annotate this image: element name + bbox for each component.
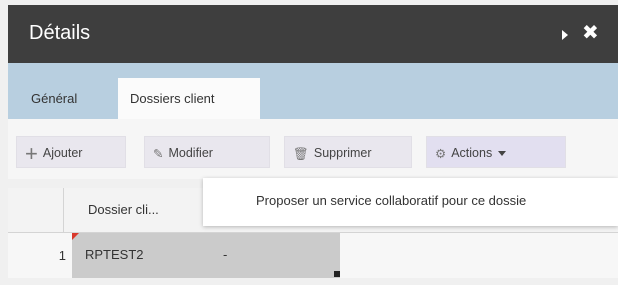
actions-button-label: Actions xyxy=(451,146,493,160)
menu-item-propose-collaborative-service[interactable]: Proposer un service collaboratif pour ce… xyxy=(256,193,526,208)
edit-button[interactable]: ✎ Modifier xyxy=(144,136,270,168)
toolbar: + Ajouter ✎ Modifier 🗑 Supprimer ⚙ Actions xyxy=(8,119,618,179)
fill-handle[interactable] xyxy=(334,271,340,277)
row-number-header xyxy=(8,188,64,232)
cell-dossier-client[interactable]: RPTEST2 xyxy=(85,247,144,262)
tab-dossiers-client[interactable]: Dossiers client xyxy=(118,78,260,119)
delete-button-label: Supprimer xyxy=(313,146,372,160)
gear-icon: ⚙ xyxy=(435,146,447,161)
close-icon[interactable]: ✖ xyxy=(582,20,599,45)
edit-button-label: Modifier xyxy=(168,146,213,160)
actions-button[interactable]: ⚙ Actions xyxy=(426,136,566,168)
table-row[interactable]: 1 RPTEST2 - xyxy=(8,233,618,278)
add-button[interactable]: + Ajouter xyxy=(16,136,126,168)
cell-value[interactable]: - xyxy=(223,247,227,262)
plus-icon: + xyxy=(25,140,38,166)
actions-dropdown-menu: Proposer un service collaboratif pour ce… xyxy=(203,178,618,226)
selected-cell-range[interactable]: RPTEST2 - xyxy=(72,233,340,278)
pencil-icon: ✎ xyxy=(153,146,164,161)
add-button-label: Ajouter xyxy=(42,146,83,160)
arrow-right-icon[interactable] xyxy=(562,30,568,40)
column-header-dossier-client[interactable]: Dossier cli... xyxy=(88,202,159,217)
row-number: 1 xyxy=(58,248,66,263)
tab-general[interactable]: Général xyxy=(21,78,87,119)
tab-bar: Général Dossiers client xyxy=(8,63,618,119)
panel-title: Détails xyxy=(29,22,91,44)
trash-icon: 🗑 xyxy=(293,146,309,161)
delete-button[interactable]: 🗑 Supprimer xyxy=(284,136,412,168)
caret-down-icon xyxy=(498,151,507,157)
panel-header: Détails ✖ xyxy=(8,5,618,63)
comment-marker-icon xyxy=(72,233,79,240)
